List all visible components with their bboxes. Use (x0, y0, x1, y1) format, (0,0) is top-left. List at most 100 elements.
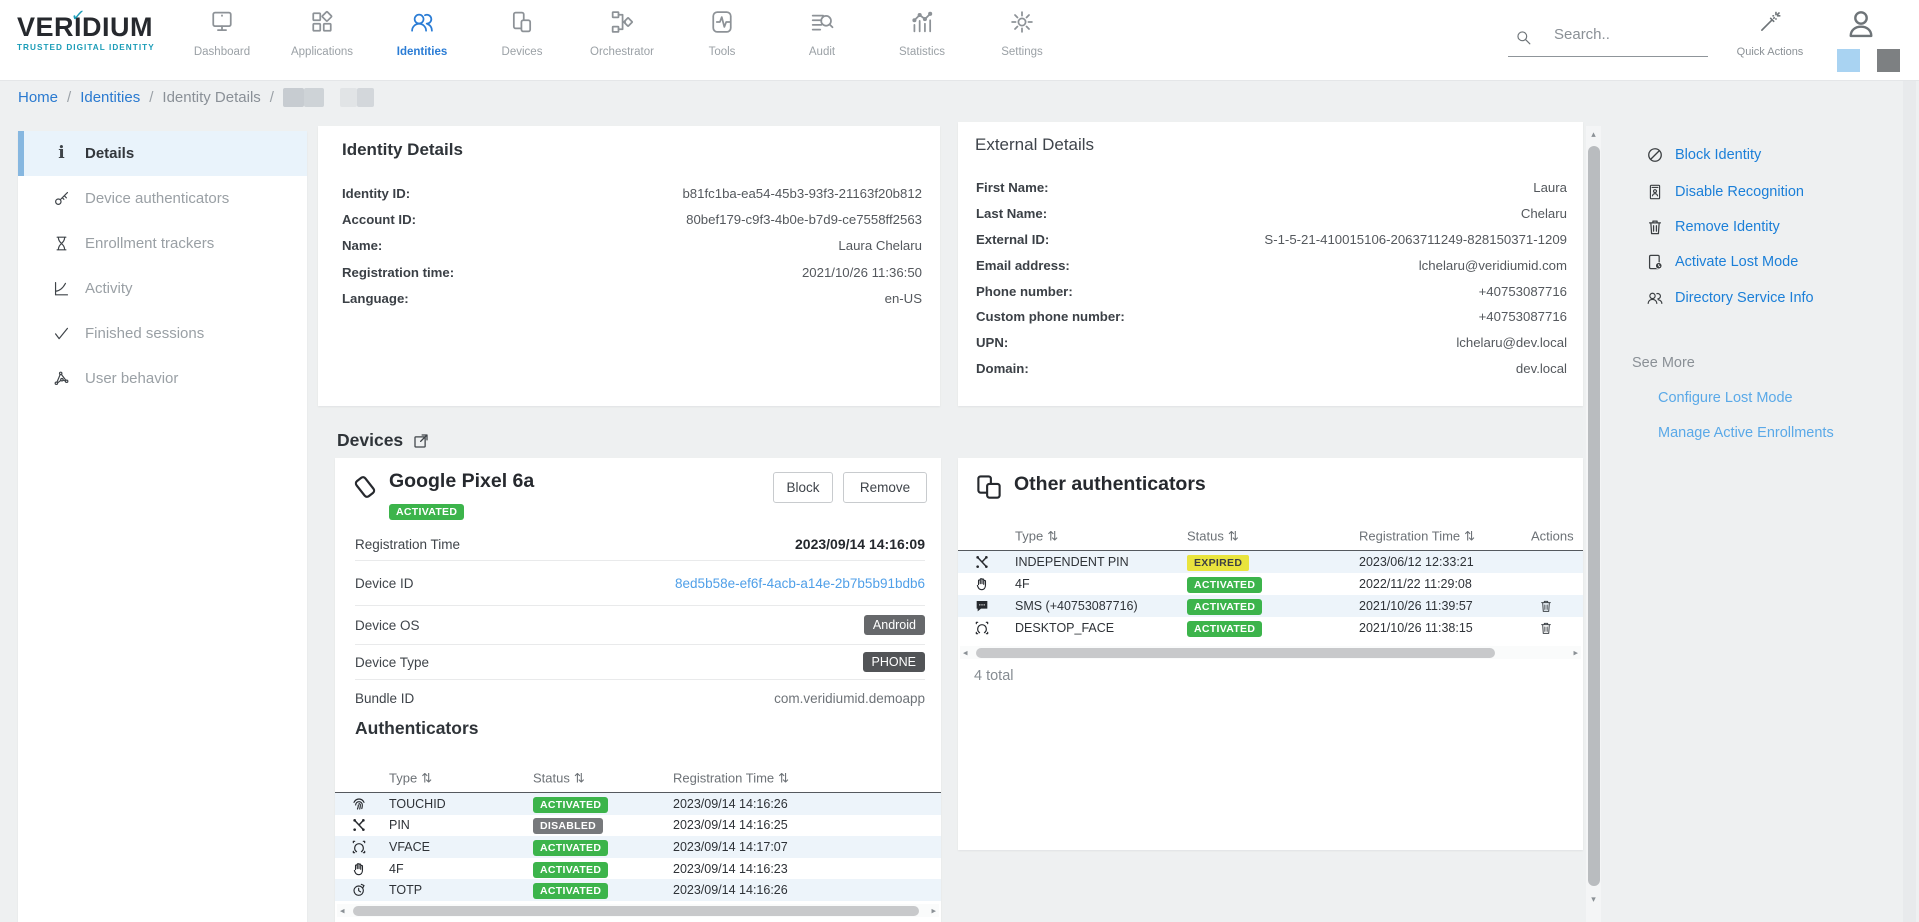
vscroll-thumb[interactable] (1588, 146, 1600, 886)
sidebar-item-device-authenticators[interactable]: Device authenticators (18, 176, 307, 221)
nav-item-statistics[interactable]: Statistics (872, 6, 972, 58)
hand-icon (974, 576, 990, 592)
detail-row: Name:Laura Chelaru (342, 233, 922, 259)
nav-item-applications[interactable]: Applications (272, 6, 372, 58)
link-manage-active-enrollments[interactable]: Manage Active Enrollments (1658, 425, 1834, 445)
device-info-row: Bundle IDcom.veridiumid.demoapp (355, 680, 925, 716)
wand-icon (1757, 9, 1783, 35)
detail-row: First Name:Laura (976, 175, 1567, 201)
external-details-card: External Details First Name:LauraLast Na… (958, 122, 1583, 406)
nav-item-identities[interactable]: Identities (372, 6, 472, 58)
nav-item-tools[interactable]: Tools (672, 6, 772, 58)
quick-actions-label: Quick Actions (1732, 46, 1808, 58)
brand-name: VERIDIUM (17, 12, 177, 42)
redacted-name-block (357, 88, 374, 107)
type-badge: PHONE (863, 652, 925, 672)
column-header-status[interactable]: Status⇅ (533, 771, 570, 786)
detail-row: Email address:lchelaru@veridiumid.com (976, 252, 1567, 278)
sidebar-item-details[interactable]: iDetails (18, 131, 307, 176)
breadcrumb-item-home[interactable]: Home (18, 89, 58, 106)
authenticator-row: 4FACTIVATED2023/09/14 14:16:23 (335, 858, 941, 880)
sidebar-item-user-behavior[interactable]: User behavior (18, 356, 307, 401)
nav-item-orchestrator[interactable]: Orchestrator (572, 6, 672, 58)
check-icon (52, 324, 71, 343)
device-info-rows: Registration Time2023/09/14 14:16:09Devi… (355, 528, 925, 716)
detail-row: Identity ID:b81fc1ba-ea54-45b3-93f3-2116… (342, 180, 922, 206)
scroll-up-arrow[interactable]: ▴ (1586, 129, 1601, 140)
identities-icon (408, 8, 436, 36)
link-configure-lost-mode[interactable]: Configure Lost Mode (1658, 390, 1793, 410)
info-icon: i (52, 144, 71, 163)
action-remove-identity[interactable]: Remove Identity (1645, 215, 1780, 239)
scroll-right-arrow[interactable]: ▸ (931, 905, 936, 916)
scroll-left-arrow[interactable]: ◂ (340, 905, 345, 916)
avatar-icon[interactable] (1842, 5, 1880, 43)
authenticators-table: TOUCHIDACTIVATED2023/09/14 14:16:26PINDI… (335, 793, 941, 901)
sidebar-item-enrollment-trackers[interactable]: Enrollment trackers (18, 221, 307, 266)
column-header-registration-time[interactable]: Registration Time⇅ (673, 771, 774, 786)
redacted-name-block (304, 88, 324, 107)
sidebar-item-finished-sessions[interactable]: Finished sessions (18, 311, 307, 356)
action-directory-service-info[interactable]: Directory Service Info (1645, 286, 1814, 310)
column-header-type[interactable]: Type⇅ (389, 771, 417, 786)
redacted-name-block (340, 88, 357, 107)
sms-icon (974, 598, 990, 614)
open-new-icon[interactable] (412, 432, 430, 450)
search-input[interactable] (1552, 25, 1706, 44)
column-header-type[interactable]: Type⇅ (1015, 529, 1043, 544)
device-info-row: Device TypePHONE (355, 645, 925, 680)
devices-section-header: Devices (337, 430, 430, 451)
trash-icon[interactable] (1538, 598, 1554, 615)
nav-item-settings[interactable]: Settings (972, 6, 1072, 58)
sidebar: iDetailsDevice authenticatorsEnrollment … (18, 131, 307, 922)
detail-row: Domain:dev.local (976, 356, 1567, 382)
breadcrumb-separator: / (149, 89, 153, 106)
behavior-icon (52, 369, 71, 388)
action-activate-lost-mode[interactable]: Activate Lost Mode (1645, 250, 1798, 274)
search-box (1508, 20, 1708, 57)
other-authenticators-table-header: Type⇅ Status⇅ Registration Time⇅ Actions (958, 522, 1583, 551)
authenticator-row: SMS (+40753087716)ACTIVATED2021/10/26 11… (958, 595, 1583, 617)
external-details-rows: First Name:LauraLast Name:ChelaruExterna… (976, 175, 1567, 381)
column-header-status[interactable]: Status⇅ (1187, 529, 1224, 544)
block-device-button[interactable]: Block (773, 472, 833, 503)
totp-icon (351, 882, 367, 898)
column-header-actions[interactable]: Actions (1531, 529, 1574, 544)
quick-actions-button[interactable]: Quick Actions (1732, 9, 1808, 58)
authenticator-row: TOTPACTIVATED2023/09/14 14:16:26 (335, 879, 941, 901)
scroll-left-arrow[interactable]: ◂ (963, 647, 968, 658)
trash-icon (1645, 217, 1665, 237)
breadcrumb: Home/Identities/Identity Details/ (18, 88, 374, 107)
status-badge: ACTIVATED (1187, 599, 1262, 615)
hand-icon (351, 861, 367, 877)
nav-item-dashboard[interactable]: Dashboard (172, 6, 272, 58)
authenticator-row: INDEPENDENT PINEXPIRED2023/06/12 12:33:2… (958, 551, 1583, 573)
sort-icon: ⇅ (1228, 528, 1239, 544)
remove-device-button[interactable]: Remove (843, 472, 927, 503)
breadcrumb-separator: / (270, 89, 274, 106)
column-header-registration-time[interactable]: Registration Time⇅ (1359, 529, 1460, 544)
device-name: Google Pixel 6a (389, 470, 534, 493)
trash-icon[interactable] (1538, 620, 1554, 637)
status-badge: ACTIVATED (533, 883, 608, 899)
device-id-link[interactable]: 8ed5b58e-ef6f-4acb-a14e-2b7b5b91bdb6 (675, 576, 925, 591)
other-authenticators-title: Other authenticators (1014, 473, 1206, 496)
status-badge: DISABLED (533, 818, 603, 834)
face-icon (974, 620, 990, 636)
dashboard-icon (208, 8, 236, 36)
authenticator-row: PINDISABLED2023/09/14 14:16:25 (335, 815, 941, 837)
hscroll-thumb[interactable] (353, 906, 919, 916)
lostmode-icon (1645, 252, 1665, 272)
hscroll-thumb[interactable] (976, 648, 1495, 658)
scroll-down-arrow[interactable]: ▾ (1586, 894, 1601, 905)
nav-item-devices[interactable]: Devices (472, 6, 572, 58)
scroll-right-arrow[interactable]: ▸ (1573, 647, 1578, 658)
breadcrumb-item-identities[interactable]: Identities (80, 89, 140, 106)
sidebar-item-activity[interactable]: Activity (18, 266, 307, 311)
nav-item-audit[interactable]: Audit (772, 6, 872, 58)
action-block-identity[interactable]: Block Identity (1645, 143, 1761, 167)
action-disable-recognition[interactable]: Disable Recognition (1645, 180, 1804, 204)
detail-row: External ID:S-1-5-21-410015106-206371124… (976, 227, 1567, 253)
pattern-pin-icon (974, 554, 990, 570)
device-card: Google Pixel 6a Block Remove ACTIVATED R… (335, 458, 941, 922)
